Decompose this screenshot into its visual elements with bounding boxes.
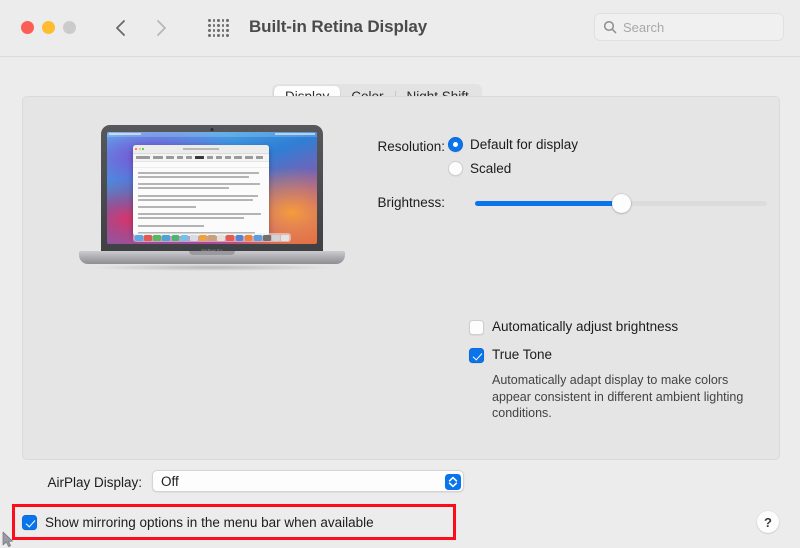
brightness-slider-thumb[interactable] — [611, 194, 631, 213]
page-title: Built-in Retina Display — [249, 17, 428, 36]
traffic-light-buttons — [21, 21, 76, 34]
title-bar: Built-in Retina Display Search — [0, 0, 800, 57]
radio-scaled-label: Scaled — [470, 161, 512, 176]
radio-default-label: Default for display — [470, 137, 579, 152]
search-placeholder: Search — [623, 19, 665, 35]
search-icon — [603, 20, 617, 34]
airplay-display-select[interactable]: Off — [152, 470, 464, 492]
help-button[interactable]: ? — [757, 511, 779, 533]
mirroring-option-row[interactable]: Show mirroring options in the menu bar w… — [22, 514, 374, 530]
radio-scaled[interactable] — [448, 161, 463, 176]
show-mirroring-options-label: Show mirroring options in the menu bar w… — [45, 514, 374, 530]
checkbox-show-mirroring-options[interactable] — [22, 515, 37, 530]
radio-default-for-display[interactable] — [448, 137, 463, 152]
brightness-slider[interactable] — [475, 194, 767, 213]
navigation-arrows — [112, 12, 170, 44]
true-tone-label: True Tone — [492, 347, 553, 362]
resolution-option-default[interactable]: Default for display — [448, 137, 578, 152]
search-field[interactable]: Search — [594, 13, 784, 41]
chevron-updown-icon[interactable] — [444, 473, 461, 490]
true-tone-description: Automatically adapt display to make colo… — [492, 373, 744, 420]
display-controls: Resolution: Default for display Scaled B… — [23, 97, 779, 459]
mouse-cursor-icon — [2, 531, 14, 548]
resolution-option-scaled[interactable]: Scaled — [448, 161, 511, 176]
zoom-button[interactable] — [63, 21, 76, 34]
checkbox-auto-brightness[interactable] — [469, 320, 484, 335]
checkbox-true-tone[interactable] — [469, 348, 484, 363]
true-tone-row[interactable]: True Tone — [469, 347, 552, 363]
airplay-display-label: AirPlay Display: — [47, 475, 142, 490]
display-settings-panel: MacBook Pro Resolution: Default for disp… — [22, 96, 780, 460]
auto-brightness-row[interactable]: Automatically adjust brightness — [469, 319, 678, 335]
resolution-label: Resolution: — [377, 139, 445, 154]
back-chevron-icon[interactable] — [112, 17, 130, 39]
minimize-button[interactable] — [42, 21, 55, 34]
auto-brightness-label: Automatically adjust brightness — [492, 319, 679, 334]
airplay-display-value: Off — [161, 473, 179, 489]
brightness-slider-fill — [475, 201, 621, 206]
brightness-label: Brightness: — [377, 195, 445, 210]
forward-chevron-icon[interactable] — [152, 17, 170, 39]
show-all-grid-icon[interactable] — [208, 19, 229, 37]
system-preferences-window: Built-in Retina Display Search Display C… — [0, 0, 800, 548]
close-button[interactable] — [21, 21, 34, 34]
